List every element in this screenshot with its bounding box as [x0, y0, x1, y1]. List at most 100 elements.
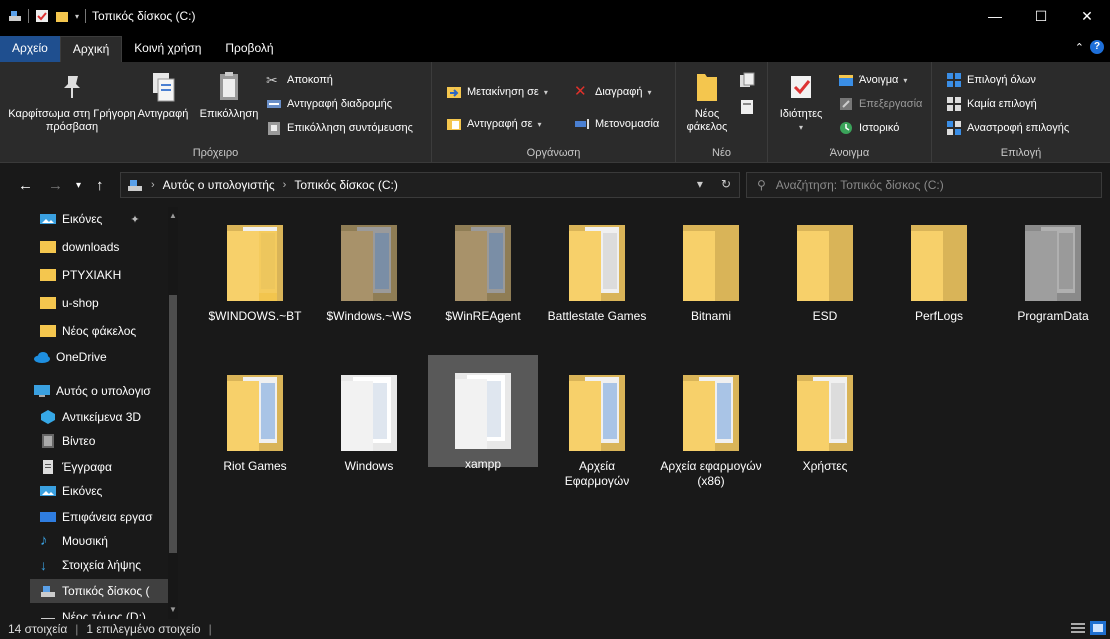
close-button[interactable]: ✕: [1064, 0, 1110, 32]
scroll-down-icon[interactable]: ▼: [168, 605, 178, 614]
select-group-label: Επιλογή: [1000, 147, 1042, 159]
sidebar-item-label: Τοπικός δίσκος (: [62, 584, 150, 598]
folder-item[interactable]: $Windows.~WS: [314, 207, 424, 323]
collapse-ribbon-icon[interactable]: ⌃: [1075, 41, 1084, 54]
folder-item[interactable]: Windows: [314, 357, 424, 473]
tab-view[interactable]: Προβολή: [213, 36, 285, 62]
new-folder-quick-icon[interactable]: [55, 9, 69, 23]
easy-access-icon[interactable]: [738, 98, 756, 116]
sidebar-item-u-shop[interactable]: u-shop: [40, 291, 99, 315]
large-icons-view-icon[interactable]: [1090, 621, 1106, 635]
tab-home[interactable]: Αρχική: [59, 36, 123, 62]
select-group: Επιλογή όλων Καμία επιλογή Αναστροφή επι…: [932, 62, 1110, 162]
rename-button[interactable]: Μετονομασία: [574, 116, 659, 132]
edit-button[interactable]: Επεξεργασία: [838, 96, 922, 112]
folder-item[interactable]: Riot Games: [200, 357, 310, 473]
forward-arrow-icon[interactable]: →: [48, 177, 63, 194]
refresh-icon[interactable]: ↻: [721, 177, 731, 191]
move-to-button[interactable]: Μετακίνηση σε ▾: [446, 84, 548, 100]
sidebar-item-videos[interactable]: Βίντεο: [40, 429, 95, 453]
folder-item[interactable]: Bitnami: [656, 207, 766, 323]
sidebar-item-downloads[interactable]: ↓ Στοιχεία λήψης: [40, 553, 141, 577]
sidebar-item-documents[interactable]: Έγγραφα: [40, 455, 112, 479]
pin-label: Καρφίτσωμα στη Γρήγορη πρόσβαση: [8, 108, 136, 133]
paste-button[interactable]: Επικόλληση: [194, 70, 264, 121]
folder-item[interactable]: ProgramData: [998, 207, 1108, 323]
folder-item[interactable]: Battlestate Games: [542, 207, 652, 323]
invert-selection-button[interactable]: Αναστροφή επιλογής: [946, 120, 1069, 136]
delete-button[interactable]: ✕ Διαγραφή ▾: [574, 84, 652, 100]
sidebar-item-desktop[interactable]: Επιφάνεια εργασ: [40, 505, 152, 529]
breadcrumb-local-disk[interactable]: Τοπικός δίσκος (C:): [294, 178, 398, 192]
new-item-icon[interactable]: [738, 72, 756, 90]
recent-locations-chevron-icon[interactable]: ▾: [76, 180, 81, 191]
clipboard-group: Καρφίτσωμα στη Γρήγορη πρόσβαση Αντιγραφ…: [0, 62, 432, 162]
properties-label: Ιδιότητες: [779, 108, 823, 120]
sidebar-item-3d-objects[interactable]: Αντικείμενα 3D: [40, 405, 141, 429]
sidebar-item-label: Βίντεο: [62, 434, 96, 448]
quick-access-dropdown-icon[interactable]: ▾: [75, 12, 79, 21]
address-bar[interactable]: › Αυτός ο υπολογιστής › Τοπικός δίσκος (…: [120, 172, 740, 198]
sidebar-item-new-folder[interactable]: Νέος φάκελος: [40, 319, 136, 343]
paste-shortcut-label: Επικόλληση συντόμευσης: [287, 122, 413, 134]
sidebar-item-downloads-folder[interactable]: downloads: [40, 235, 119, 259]
pin-quick-access-button[interactable]: Καρφίτσωμα στη Γρήγορη πρόσβαση: [6, 70, 138, 134]
sidebar-item-this-pc[interactable]: Αυτός ο υπολογισ: [34, 379, 151, 403]
copy-to-button[interactable]: Αντιγραφή σε ▾: [446, 116, 542, 132]
search-box[interactable]: ⚲ Αναζήτηση: Τοπικός δίσκος (C:): [746, 172, 1102, 198]
copy-path-button[interactable]: Αντιγραφή διαδρομής: [266, 96, 392, 112]
folder-item[interactable]: PerfLogs: [884, 207, 994, 323]
folder-item[interactable]: Αρχεία Εφαρμογών: [542, 357, 652, 488]
folder-name: Αρχεία εφαρμογών (x86): [660, 459, 762, 488]
select-all-button[interactable]: Επιλογή όλων: [946, 72, 1036, 88]
properties-quick-icon[interactable]: [35, 9, 49, 23]
history-button[interactable]: Ιστορικό: [838, 120, 899, 136]
sidebar-item-pictures[interactable]: Εικόνες: [40, 479, 102, 503]
folder-item[interactable]: ESD: [770, 207, 880, 323]
sidebar-item-ptyxiakh[interactable]: PTYXIAKH: [40, 263, 121, 287]
sidebar-item-music[interactable]: ♪ Μουσική: [40, 529, 108, 553]
folder-item-selected[interactable]: xampp: [428, 355, 538, 471]
clipboard-group-label: Πρόχειρο: [192, 147, 239, 159]
dropdown-icon: ▾: [798, 123, 803, 132]
drive-icon: [9, 11, 21, 21]
folder-name: $WINDOWS.~BT: [208, 309, 302, 323]
tab-share[interactable]: Κοινή χρήση: [122, 36, 213, 62]
sidebar-item-onedrive[interactable]: OneDrive: [34, 345, 107, 369]
help-icon[interactable]: ?: [1090, 40, 1104, 54]
folder-item[interactable]: $WINDOWS.~BT: [200, 207, 310, 323]
maximize-button[interactable]: ☐: [1018, 0, 1064, 32]
address-dropdown-icon[interactable]: ▾: [697, 177, 703, 191]
cut-button[interactable]: ✂ Αποκοπή: [266, 72, 333, 88]
scroll-up-icon[interactable]: ▲: [168, 211, 178, 220]
folder-item[interactable]: Χρήστες: [770, 357, 880, 473]
copy-button[interactable]: Αντιγραφή: [132, 70, 194, 121]
pin-icon: ✦: [130, 213, 140, 226]
hidden-folder-icon: [1025, 225, 1081, 301]
sidebar-item-new-volume[interactable]: Νέος τόμος (D:): [40, 605, 146, 619]
back-arrow-icon[interactable]: ←: [18, 177, 33, 194]
paste-shortcut-button[interactable]: Επικόλληση συντόμευσης: [266, 120, 413, 136]
folder-item[interactable]: $WinREAgent: [428, 207, 538, 323]
computer-drive-icon: [128, 180, 142, 191]
copy-icon: [153, 73, 175, 102]
tab-file[interactable]: Αρχείο: [0, 36, 60, 62]
properties-button[interactable]: Ιδιότητες ▾: [774, 70, 828, 134]
minimize-button[interactable]: —: [972, 0, 1018, 32]
documents-icon: [43, 460, 53, 474]
paste-label: Επικόλληση: [199, 108, 259, 120]
open-button[interactable]: Άνοιγμα ▾: [838, 72, 907, 88]
details-view-icon[interactable]: [1070, 621, 1086, 635]
up-arrow-icon[interactable]: ↑: [96, 177, 104, 194]
navigation-bar: ← → ▾ ↑ › Αυτός ο υπολογιστής › Τοπικός …: [0, 163, 1110, 207]
sidebar-item-local-disk[interactable]: Τοπικός δίσκος (: [30, 579, 170, 603]
sidebar-scrollbar[interactable]: ▲ ▼: [168, 207, 178, 619]
folder-with-files-icon: [569, 375, 625, 451]
sidebar-item-pictures-pinned[interactable]: Εικόνες ✦: [40, 207, 140, 231]
breadcrumb-this-pc[interactable]: Αυτός ο υπολογιστής: [163, 178, 275, 192]
select-none-button[interactable]: Καμία επιλογή: [946, 96, 1037, 112]
sidebar-scroll-thumb[interactable]: [169, 295, 177, 553]
folder-item[interactable]: Αρχεία εφαρμογών (x86): [656, 357, 766, 488]
new-folder-button[interactable]: Νέος φάκελος: [682, 70, 732, 134]
copy-to-label: Αντιγραφή σε: [467, 118, 533, 130]
